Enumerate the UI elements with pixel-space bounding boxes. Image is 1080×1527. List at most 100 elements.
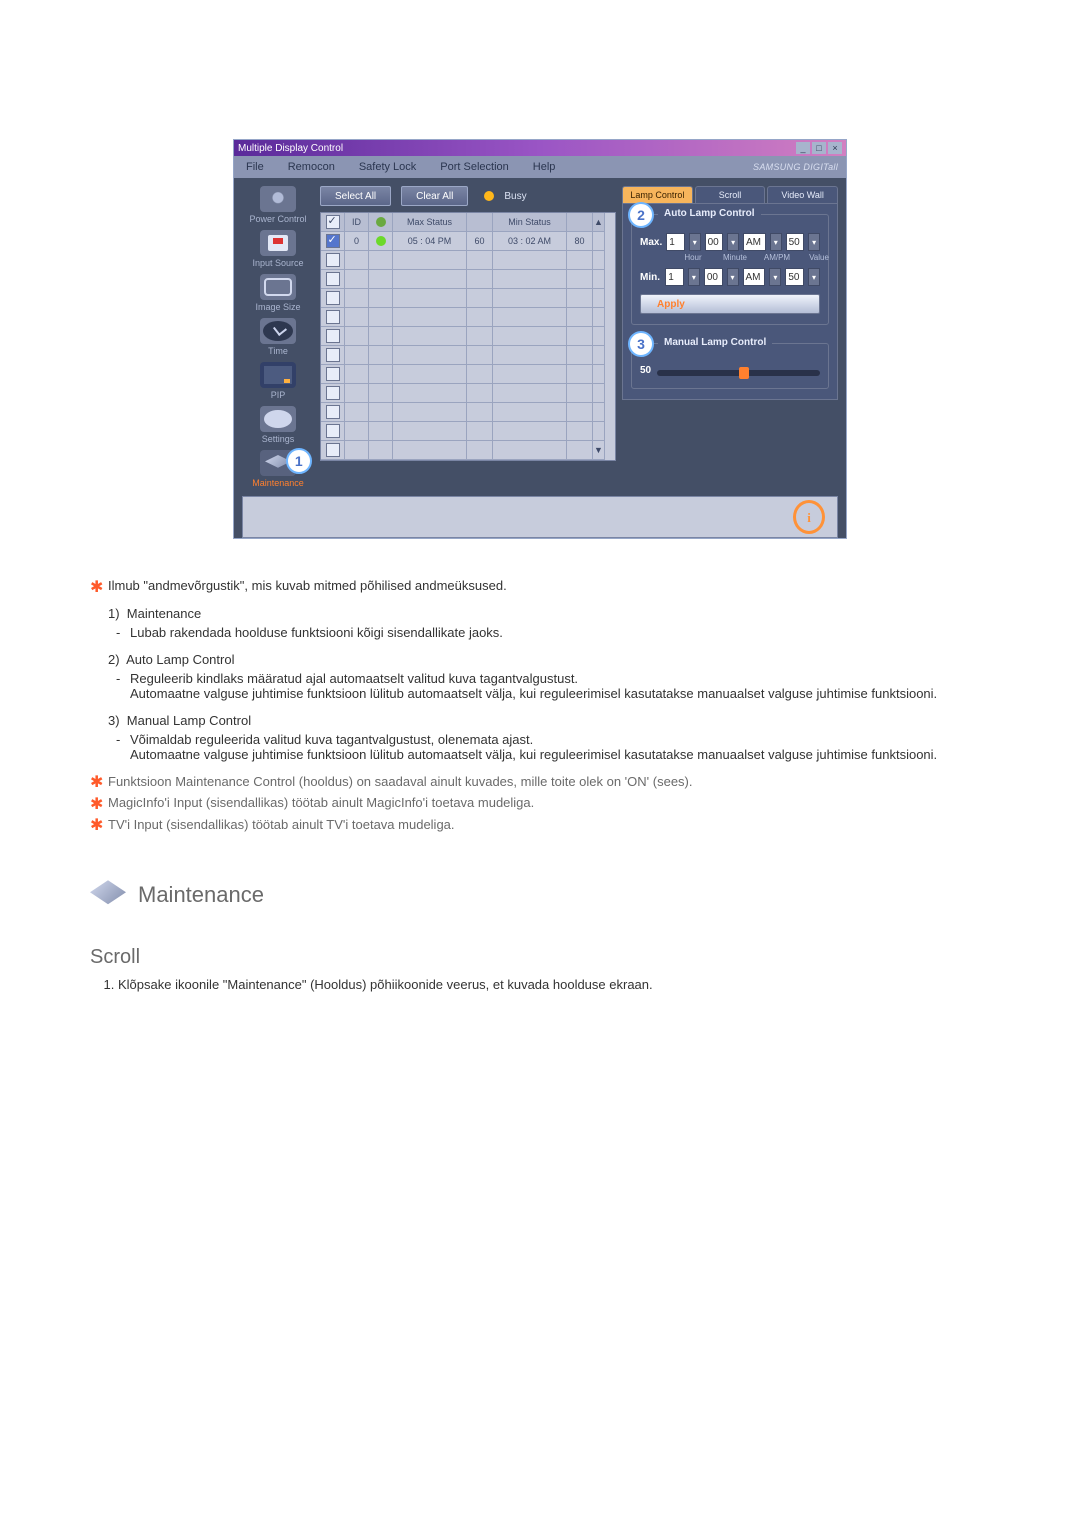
cell-min-val: 80	[567, 232, 593, 251]
center-pane: Select All Clear All Busy ID Max Status …	[320, 186, 616, 488]
group-manual-lamp: 3 Manual Lamp Control 50	[631, 343, 829, 389]
input-source-icon	[260, 230, 296, 256]
row-checkbox[interactable]	[326, 424, 340, 438]
info-icon: i	[793, 500, 825, 534]
sidebar: Power Control Input Source Image Size Ti…	[242, 186, 314, 488]
busy-indicator-icon	[484, 191, 494, 201]
maximize-icon[interactable]: □	[812, 142, 826, 154]
manual-value-label: 50	[640, 365, 651, 376]
select-all-button[interactable]: Select All	[320, 186, 391, 206]
table-row[interactable]: 0 05 : 04 PM 60 03 : 02 AM 80	[321, 232, 615, 251]
busy-label: Busy	[504, 191, 526, 202]
min-minute-input[interactable]: 00	[704, 268, 723, 286]
sidebar-item-pip[interactable]: PIP	[260, 362, 296, 400]
menu-help[interactable]: Help	[521, 156, 568, 178]
tab-video-wall[interactable]: Video Wall	[767, 186, 838, 203]
power-icon	[260, 186, 296, 212]
titlebar: Multiple Display Control _ □ ×	[234, 140, 846, 156]
note-line: MagicInfo'i Input (sisendallikas) töötab…	[90, 795, 990, 811]
callout-badge-2: 2	[628, 202, 654, 228]
slider-thumb[interactable]	[739, 367, 749, 379]
group-auto-lamp: 2 Auto Lamp Control Max. 1▾ 00▾ AM▾ 50▾ …	[631, 214, 829, 325]
row-checkbox[interactable]	[326, 405, 340, 419]
max-ampm-select[interactable]: AM	[743, 233, 766, 251]
chevron-down-icon[interactable]: ▾	[727, 268, 739, 286]
doc-intro: Ilmub "andmevõrgustik", mis kuvab mitmed…	[108, 578, 507, 593]
row-min: Min. 1▾ 00▾ AM▾ 50▾	[640, 268, 820, 286]
menu-file[interactable]: File	[234, 156, 276, 178]
chevron-down-icon[interactable]: ▾	[808, 268, 820, 286]
list-item: 2) Auto Lamp Control Reguleerib kindlaks…	[108, 652, 990, 701]
chevron-down-icon[interactable]: ▾	[688, 268, 700, 286]
cell-max-time: 05 : 04 PM	[393, 232, 467, 251]
row-checkbox[interactable]	[326, 348, 340, 362]
section-heading: Maintenance	[90, 880, 990, 910]
clear-all-button[interactable]: Clear All	[401, 186, 468, 206]
max-hour-input[interactable]: 1	[666, 233, 685, 251]
menu-remocon[interactable]: Remocon	[276, 156, 347, 178]
gear-icon	[260, 406, 296, 432]
manual-lamp-slider[interactable]	[657, 370, 820, 376]
app-title: Multiple Display Control	[238, 143, 343, 154]
select-all-checkbox[interactable]	[326, 215, 340, 229]
image-size-icon	[260, 274, 296, 300]
minimize-icon[interactable]: _	[796, 142, 810, 154]
min-hour-input[interactable]: 1	[665, 268, 684, 286]
step-item: Klõpsake ikoonile "Maintenance" (Hooldus…	[118, 977, 990, 992]
row-checkbox[interactable]	[326, 253, 340, 267]
menubar: File Remocon Safety Lock Port Selection …	[234, 156, 846, 178]
section-title: Maintenance	[138, 882, 264, 908]
chevron-down-icon[interactable]: ▾	[808, 233, 820, 251]
manual-lamp-title: Manual Lamp Control	[658, 337, 772, 348]
close-icon[interactable]: ×	[828, 142, 842, 154]
col-min-status: Min Status	[493, 213, 567, 232]
chevron-down-icon[interactable]: ▾	[689, 233, 701, 251]
cell-max-val: 60	[467, 232, 493, 251]
chevron-down-icon[interactable]: ▾	[770, 233, 782, 251]
row-checkbox[interactable]	[326, 386, 340, 400]
apply-button[interactable]: Apply	[640, 294, 820, 314]
star-icon	[90, 818, 104, 832]
scroll-up-button[interactable]: ▲	[593, 213, 605, 232]
sidebar-item-time[interactable]: Time	[260, 318, 296, 356]
row-checkbox[interactable]	[326, 291, 340, 305]
sidebar-item-input[interactable]: Input Source	[252, 230, 303, 268]
callout-badge-1: 1	[286, 448, 312, 474]
brand-label: SAMSUNG DIGITall	[753, 162, 846, 172]
row-max: Max. 1▾ 00▾ AM▾ 50▾	[640, 233, 820, 251]
row-checkbox[interactable]	[326, 272, 340, 286]
chevron-down-icon[interactable]: ▾	[769, 268, 781, 286]
status-bar: i	[242, 496, 838, 538]
menu-port-selection[interactable]: Port Selection	[428, 156, 520, 178]
row-checkbox[interactable]	[326, 310, 340, 324]
list-item: 3) Manual Lamp Control Võimaldab regulee…	[108, 713, 990, 762]
sidebar-item-image-size[interactable]: Image Size	[255, 274, 300, 312]
display-grid: ID Max Status Min Status ▲ 0 05 : 04 PM …	[320, 212, 616, 461]
sidebar-item-settings[interactable]: Settings	[260, 406, 296, 444]
col-id: ID	[345, 213, 369, 232]
tab-lamp-control[interactable]: Lamp Control	[622, 186, 693, 203]
star-icon	[90, 775, 104, 789]
sidebar-item-power[interactable]: Power Control	[249, 186, 306, 224]
sidebar-item-maintenance[interactable]: Maintenance 1	[252, 450, 304, 488]
auto-lamp-title: Auto Lamp Control	[658, 208, 761, 219]
min-value-input[interactable]: 50	[785, 268, 804, 286]
col-max-status: Max Status	[393, 213, 467, 232]
chevron-down-icon[interactable]: ▾	[727, 233, 739, 251]
maintenance-icon	[90, 880, 126, 910]
scroll-down-button[interactable]: ▼	[593, 441, 605, 460]
row-checkbox[interactable]	[326, 367, 340, 381]
grid-header: ID Max Status Min Status ▲	[321, 213, 615, 232]
max-minute-input[interactable]: 00	[705, 233, 724, 251]
star-icon	[90, 797, 104, 811]
row-checkbox[interactable]	[326, 329, 340, 343]
row-checkbox[interactable]	[326, 234, 340, 248]
max-value-input[interactable]: 50	[786, 233, 805, 251]
note-line: Funktsioon Maintenance Control (hooldus)…	[90, 774, 990, 790]
cell-min-time: 03 : 02 AM	[493, 232, 567, 251]
status-header-icon	[376, 217, 386, 227]
row-checkbox[interactable]	[326, 443, 340, 457]
min-ampm-select[interactable]: AM	[743, 268, 766, 286]
menu-safety-lock[interactable]: Safety Lock	[347, 156, 428, 178]
tab-scroll[interactable]: Scroll	[695, 186, 766, 203]
